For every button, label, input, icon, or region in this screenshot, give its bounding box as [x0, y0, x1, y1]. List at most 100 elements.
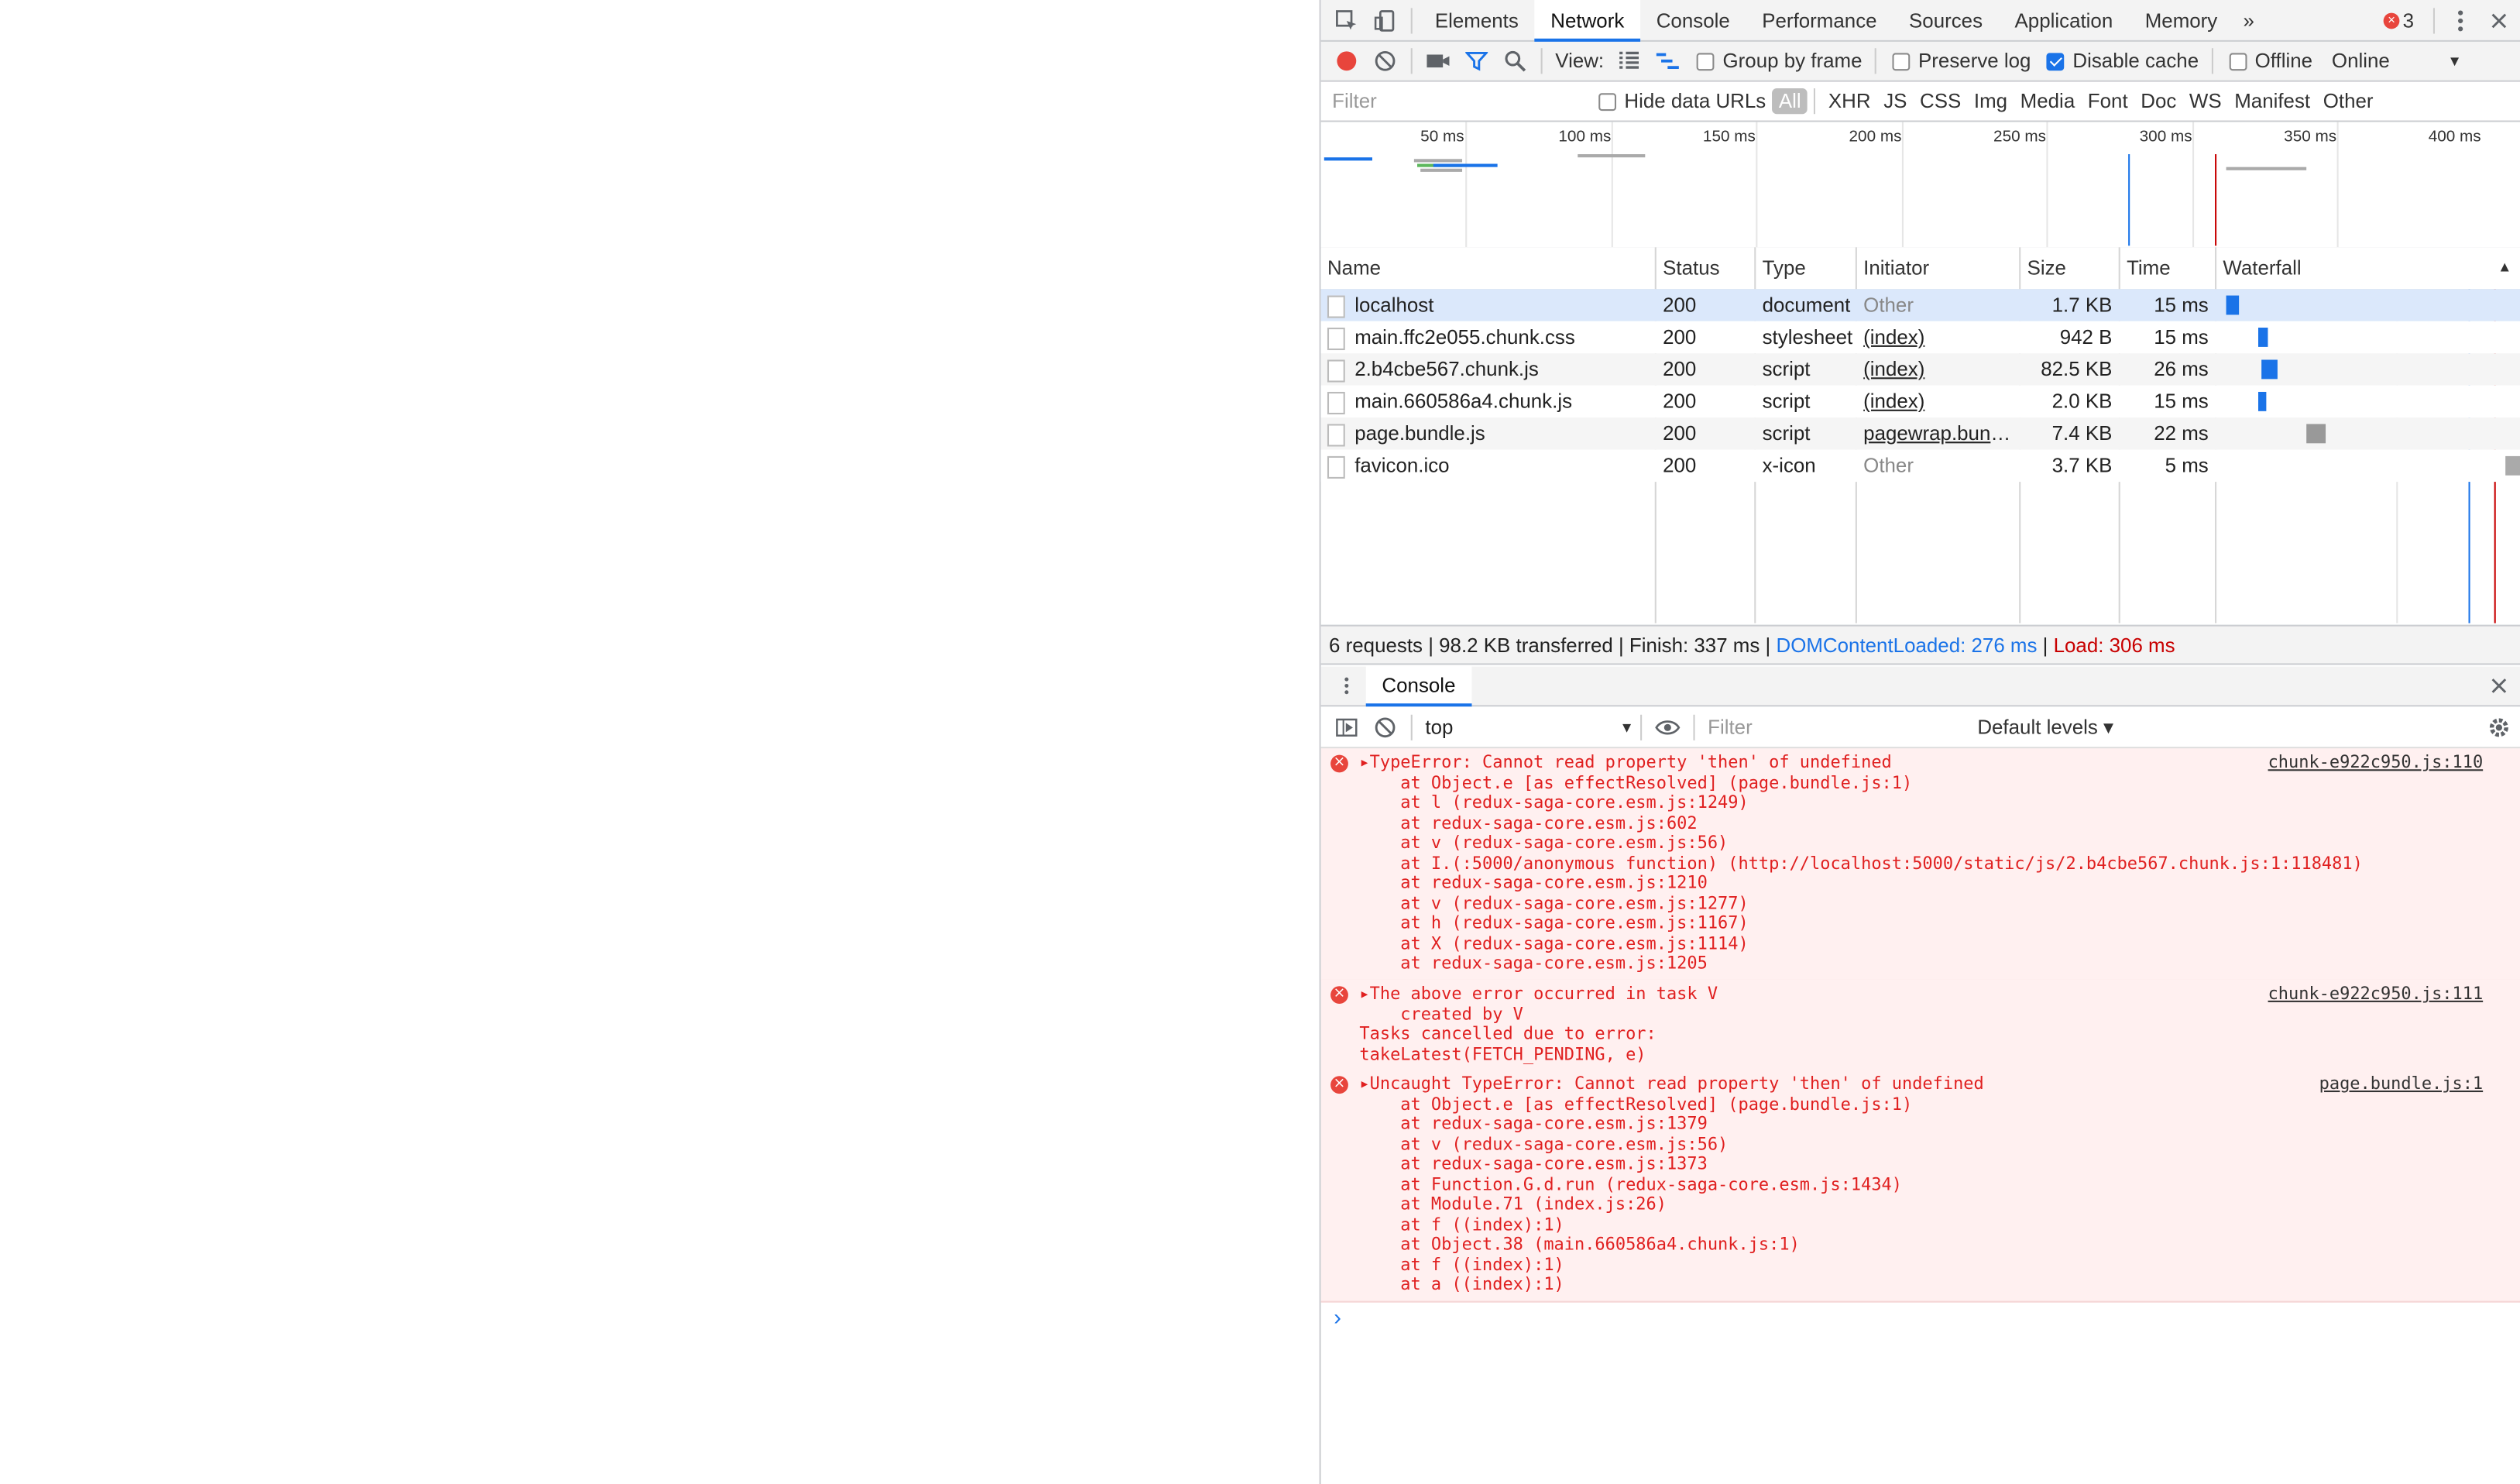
- console-error-message[interactable]: × chunk-e922c950.js:111 ▸The above error o…: [1320, 979, 2520, 1072]
- tick-label: 250 ms: [1993, 128, 2047, 146]
- disable-cache-checkbox[interactable]: [2047, 52, 2065, 70]
- clear-icon[interactable]: [1366, 42, 1405, 81]
- throttling-select[interactable]: Online ▼: [2332, 50, 2462, 72]
- kebab-menu-icon[interactable]: [2441, 1, 2480, 40]
- request-name: 2.b4cbe567.chunk.js: [1354, 358, 1539, 381]
- column-waterfall[interactable]: Waterfall: [2216, 247, 2520, 289]
- tab-memory[interactable]: Memory: [2129, 0, 2233, 41]
- load-time: Load: 306 ms: [2053, 634, 2175, 657]
- tick-label: 50 ms: [1420, 128, 1464, 146]
- table-row[interactable]: localhost 200 document Other 1.7 KB 15 ms: [1320, 289, 2520, 321]
- error-icon: ×: [2383, 12, 2400, 29]
- table-row[interactable]: main.ffc2e055.chunk.css 200 stylesheet (ind…: [1320, 321, 2520, 354]
- clear-console-icon[interactable]: [1366, 707, 1405, 746]
- column-name[interactable]: Name: [1321, 247, 1655, 289]
- summary-separator: |: [2037, 634, 2054, 657]
- screenshot-camera-icon[interactable]: [1419, 42, 1457, 81]
- cell-initiator[interactable]: pagewrap.bundle.js: [1857, 417, 2019, 449]
- filter-type-img[interactable]: Img: [1968, 90, 2014, 112]
- cell-time: 15 ms: [2154, 294, 2209, 317]
- close-icon[interactable]: [2480, 1, 2518, 40]
- tab-performance[interactable]: Performance: [1746, 0, 1893, 41]
- cell-size: 942 B: [2059, 325, 2113, 349]
- divider: [1814, 88, 1816, 115]
- filter-type-js[interactable]: JS: [1877, 90, 1914, 112]
- stack-frame: at redux-saga-core.esm.js:602: [1359, 813, 1698, 833]
- error-summary[interactable]: ▸The above error occurred in task V: [1359, 984, 2377, 1005]
- column-initiator[interactable]: Initiator: [1857, 247, 2019, 289]
- error-summary[interactable]: ▸TypeError: Cannot read property 'then' …: [1359, 754, 2377, 774]
- stack-frame: at Object.38 (main.660586a4.chunk.js:1): [1359, 1235, 1800, 1255]
- filter-type-doc[interactable]: Doc: [2134, 90, 2183, 112]
- record-icon[interactable]: [1327, 42, 1366, 81]
- device-toolbar-icon[interactable]: [1366, 1, 1405, 40]
- request-name: localhost: [1354, 294, 1434, 317]
- console-prompt[interactable]: ›: [1334, 1304, 1341, 1330]
- stack-frame: at Module.71 (index.js:26): [1359, 1194, 1667, 1214]
- close-drawer-icon[interactable]: [2480, 667, 2518, 706]
- stack-frame: at f ((index):1): [1359, 1214, 1564, 1235]
- cell-initiator[interactable]: (index): [1857, 353, 2019, 385]
- filter-type-all[interactable]: All: [1772, 88, 1808, 115]
- tab-elements[interactable]: Elements: [1419, 0, 1534, 41]
- filter-type-manifest[interactable]: Manifest: [2228, 90, 2317, 112]
- grid-line: [1611, 122, 1613, 248]
- settings-gear-icon[interactable]: [2480, 707, 2518, 746]
- inspect-element-icon[interactable]: [1327, 1, 1366, 40]
- context-selector[interactable]: top ▼: [1419, 716, 1633, 738]
- column-time[interactable]: Time: [2120, 247, 2215, 289]
- console-error-message[interactable]: × chunk-e922c950.js:110 ▸TypeError: Cannot…: [1320, 748, 2520, 981]
- preserve-log-label: Preserve log: [1918, 50, 2031, 73]
- waterfall-bar: [2258, 328, 2268, 347]
- column-size[interactable]: Size: [2020, 247, 2118, 289]
- error-count-badge[interactable]: × 3: [2383, 9, 2414, 31]
- filter-icon[interactable]: [1457, 42, 1496, 81]
- preserve-log-checkbox[interactable]: [1892, 52, 1911, 70]
- devtools-panel: Elements Network Console Performance Sou…: [1319, 0, 2520, 1484]
- error-summary[interactable]: ▸Uncaught TypeError: Cannot read propert…: [1359, 1074, 2377, 1094]
- filter-type-other[interactable]: Other: [2316, 90, 2379, 112]
- error-icon: ×: [1330, 754, 1348, 773]
- filter-type-media[interactable]: Media: [2014, 90, 2081, 112]
- column-status[interactable]: Status: [1657, 247, 1754, 289]
- table-row[interactable]: 2.b4cbe567.chunk.js 200 script (index) 82.5 …: [1320, 353, 2520, 386]
- log-levels-select[interactable]: Default levels ▾: [1977, 715, 2113, 739]
- filter-type-font[interactable]: Font: [2082, 90, 2134, 112]
- group-by-frame-checkbox[interactable]: [1697, 52, 1715, 70]
- console-error-message[interactable]: × page.bundle.js:1 ▸Uncaught TypeError: Ca…: [1320, 1070, 2520, 1302]
- console-filter-input[interactable]: Filter: [1701, 716, 1965, 738]
- large-rows-view-icon[interactable]: [1610, 42, 1649, 81]
- offline-checkbox[interactable]: [2229, 52, 2247, 70]
- request-name: page.bundle.js: [1354, 422, 1485, 445]
- cell-status: 200: [1663, 325, 1697, 349]
- tab-console[interactable]: Console: [1640, 0, 1746, 41]
- hide-data-urls-checkbox[interactable]: [1598, 92, 1617, 111]
- table-row[interactable]: main.660586a4.chunk.js 200 script (index) 2.…: [1320, 385, 2520, 418]
- cell-initiator[interactable]: (index): [1857, 386, 2019, 417]
- search-icon[interactable]: [1496, 42, 1535, 81]
- column-type[interactable]: Type: [1756, 247, 1855, 289]
- request-name: main.660586a4.chunk.js: [1354, 390, 1573, 413]
- drawer-menu-icon[interactable]: [1327, 667, 1366, 706]
- eye-icon[interactable]: [1648, 707, 1687, 746]
- cell-type: script: [1762, 358, 1811, 381]
- tab-network[interactable]: Network: [1534, 0, 1640, 41]
- cell-type: stylesheet: [1762, 325, 1853, 349]
- disable-cache-label: Disable cache: [2072, 50, 2199, 73]
- more-tabs-button[interactable]: »: [2233, 0, 2264, 41]
- table-row[interactable]: page.bundle.js 200 script pagewrap.bundle.j…: [1320, 417, 2520, 450]
- filter-type-css[interactable]: CSS: [1914, 90, 1968, 112]
- table-row[interactable]: favicon.ico 200 x-icon Other 3.7 KB 5 ms: [1320, 449, 2520, 483]
- overview-bar: [1413, 159, 1463, 163]
- network-overview-timeline[interactable]: 50 ms 100 ms 150 ms 200 ms 250 ms 300 ms…: [1320, 122, 2520, 249]
- waterfall-overview-icon[interactable]: [1649, 42, 1687, 81]
- tab-sources[interactable]: Sources: [1893, 0, 1998, 41]
- divider: [1875, 48, 1877, 74]
- sidebar-toggle-icon[interactable]: [1327, 707, 1366, 746]
- cell-initiator[interactable]: (index): [1857, 321, 2019, 353]
- drawer-tab-console[interactable]: Console: [1365, 665, 1472, 707]
- network-filter-input[interactable]: Filter: [1327, 86, 1583, 116]
- tab-application[interactable]: Application: [1999, 0, 2129, 41]
- filter-type-xhr[interactable]: XHR: [1822, 90, 1877, 112]
- filter-type-ws[interactable]: WS: [2183, 90, 2228, 112]
